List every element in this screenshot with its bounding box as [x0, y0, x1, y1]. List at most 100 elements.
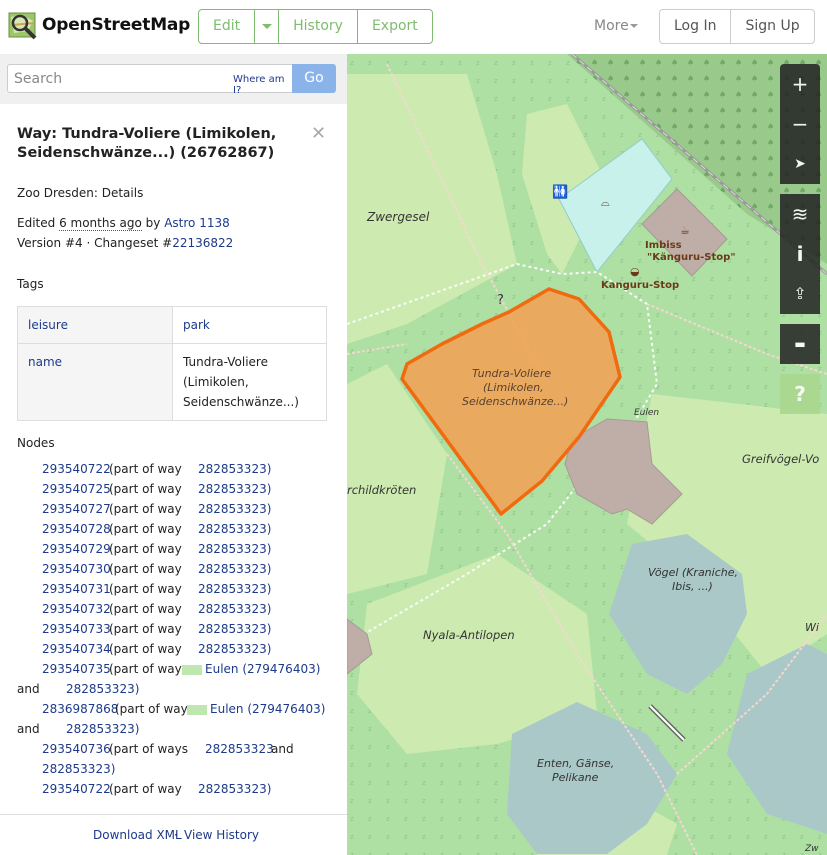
- map-label: Zw: [805, 844, 819, 854]
- map-view[interactable]: z ♠: [347, 54, 827, 855]
- history-button[interactable]: History: [279, 10, 358, 43]
- node-link[interactable]: 293540725: [42, 479, 111, 499]
- way-link[interactable]: 282853323): [198, 479, 271, 499]
- map-label: Nyala-Antilopen: [423, 628, 515, 642]
- way-link[interactable]: 282853323): [198, 459, 271, 479]
- fastfood-icon: ◒: [630, 265, 640, 278]
- edit-button[interactable]: Edit: [199, 10, 256, 43]
- way-color-swatch: [187, 704, 207, 715]
- tag-value: Tundra-Voliere (Limikolen, Seidenschwänz…: [172, 343, 327, 421]
- way-link[interactable]: 282853323): [42, 759, 115, 779]
- part-of-way-text: (part of way: [109, 582, 182, 596]
- edited-time: 6 months ago: [59, 216, 142, 231]
- way-link[interactable]: 282853323): [198, 499, 271, 519]
- list-item: 293540725 (part of way 282853323): [17, 479, 327, 499]
- share-icon[interactable]: ⇪: [780, 274, 820, 314]
- footer-separator: ·: [174, 828, 178, 842]
- node-link[interactable]: 293540735: [42, 659, 111, 679]
- help-icon[interactable]: ?: [780, 374, 820, 414]
- node-link[interactable]: 293540727: [42, 499, 111, 519]
- way-link[interactable]: 282853323): [66, 679, 139, 699]
- edit-dropdown-caret[interactable]: [255, 10, 280, 43]
- list-item-continuation: and 282853323): [17, 719, 327, 739]
- list-item-continuation: 282853323): [17, 759, 327, 779]
- node-link[interactable]: 293540729: [42, 539, 111, 559]
- view-history-link[interactable]: View History: [184, 828, 259, 842]
- tag-key[interactable]: leisure: [17, 306, 173, 344]
- node-link[interactable]: 293540734: [42, 639, 111, 659]
- way-link[interactable]: Eulen (279476403): [210, 702, 325, 716]
- version-prefix: Version #4 · Changeset #: [17, 236, 173, 250]
- way-link[interactable]: 282853323): [198, 779, 271, 799]
- toilets-icon: 🚻: [552, 184, 568, 200]
- part-of-way-text: (part of way: [109, 562, 182, 576]
- way-link[interactable]: 282853323): [198, 559, 271, 579]
- node-link[interactable]: 293540736: [42, 739, 111, 759]
- where-am-i-link[interactable]: Where am I?: [233, 74, 292, 96]
- edit-button-group: Edit History Export: [198, 9, 433, 44]
- node-link[interactable]: 293540722: [42, 459, 111, 479]
- map-label: Ibis, ...): [672, 580, 713, 593]
- version-info: Version #4 · Changeset #22136822: [17, 236, 233, 250]
- way-link[interactable]: 282853323): [66, 719, 139, 739]
- editor-link[interactable]: Astro 1138: [164, 216, 230, 230]
- add-note-icon[interactable]: ▬: [780, 324, 820, 364]
- list-item: 293540731 (part of way 282853323): [17, 579, 327, 599]
- node-link[interactable]: 293540728: [42, 519, 111, 539]
- way-color-swatch: [182, 664, 202, 675]
- table-row: leisure park: [17, 306, 327, 344]
- note-controls: ▬: [780, 324, 820, 364]
- login-button[interactable]: Log In: [660, 10, 732, 43]
- way-link[interactable]: 282853323): [198, 539, 271, 559]
- node-link[interactable]: 293540722: [42, 779, 111, 799]
- poi-label: Imbiss: [645, 240, 682, 251]
- changeset-link[interactable]: 22136822: [172, 236, 233, 250]
- list-item: 293540732 (part of way 282853323): [17, 599, 327, 619]
- area-label-line3: Seidenschwänze...): [462, 395, 569, 408]
- edited-prefix: Edited: [17, 216, 60, 230]
- zoom-in-icon[interactable]: +: [780, 64, 820, 104]
- tag-key[interactable]: name: [17, 343, 173, 421]
- openstreetmap-logo-icon[interactable]: [8, 11, 38, 41]
- part-of-ways-text: (part of ways: [109, 662, 189, 676]
- search-go-button[interactable]: Go: [292, 64, 336, 93]
- way-link[interactable]: 282853323): [198, 619, 271, 639]
- edited-info: Edited 6 months ago by Astro 1138: [17, 216, 230, 231]
- node-link[interactable]: 293540732: [42, 599, 111, 619]
- node-link[interactable]: 293540733: [42, 619, 111, 639]
- sidebar-footer: Download XML · View History: [0, 814, 347, 855]
- way-link[interactable]: 282853323: [205, 739, 274, 759]
- signup-button[interactable]: Sign Up: [731, 10, 813, 43]
- way-link[interactable]: 282853323): [198, 639, 271, 659]
- close-icon[interactable]: ✕: [311, 123, 326, 144]
- part-of-way-text: (part of way: [109, 622, 182, 636]
- search-input[interactable]: Search Where am I?: [7, 64, 293, 96]
- nodes-heading: Nodes: [17, 436, 55, 450]
- export-button[interactable]: Export: [358, 10, 432, 43]
- way-link[interactable]: 282853323): [198, 579, 271, 599]
- list-item: 293540722 (part of way 282853323): [17, 779, 327, 799]
- way-link[interactable]: Eulen (279476403): [205, 662, 320, 676]
- info-icon[interactable]: i: [780, 234, 820, 274]
- part-of-way-text: (part of way: [109, 462, 182, 476]
- part-of-way-text: (part of way: [109, 502, 182, 516]
- more-menu[interactable]: More: [594, 18, 629, 34]
- node-link[interactable]: 293540731: [42, 579, 111, 599]
- list-item: 2836987868 (part of ways Eulen (279476403): [17, 699, 327, 719]
- way-link[interactable]: 282853323): [198, 599, 271, 619]
- way-link[interactable]: 282853323): [198, 519, 271, 539]
- brand-name[interactable]: OpenStreetMap: [42, 15, 190, 35]
- download-xml-link[interactable]: Download XML: [93, 828, 182, 842]
- map-label: Zwergesel: [367, 210, 430, 224]
- map-label: Vögel (Kraniche,: [648, 566, 738, 579]
- list-item: 293540730 (part of way 282853323): [17, 559, 327, 579]
- layers-icon[interactable]: ≋: [780, 194, 820, 234]
- node-link[interactable]: 2836987868: [42, 699, 118, 719]
- node-link[interactable]: 293540730: [42, 559, 111, 579]
- tag-value[interactable]: park: [172, 306, 327, 344]
- locate-icon[interactable]: ➤: [780, 144, 820, 184]
- zoom-out-icon[interactable]: −: [780, 104, 820, 144]
- map-label: Wi: [805, 621, 819, 634]
- and-text: and: [271, 742, 294, 756]
- playground-icon: ⌓: [601, 196, 610, 209]
